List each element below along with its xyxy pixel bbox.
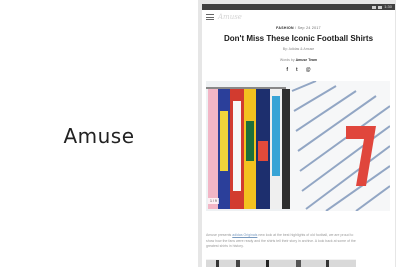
second-image-graphic: [206, 260, 356, 267]
article-date: / Sep 24 2017: [295, 26, 321, 30]
second-image[interactable]: [206, 259, 356, 267]
hero-image[interactable]: 1 / 9: [206, 81, 390, 211]
splash-panel: Amuse: [0, 0, 198, 267]
battery-icon: [378, 5, 383, 9]
article-category[interactable]: FASHION: [276, 26, 294, 30]
image-caption: 1 / 9: [208, 198, 219, 204]
app-title: Amuse: [63, 123, 135, 148]
header-logo[interactable]: Amuse: [218, 13, 242, 21]
author-prefix: Words by: [279, 58, 295, 62]
author-name[interactable]: Amuse Team: [296, 58, 318, 62]
signal-icon: [372, 5, 377, 9]
twitter-icon[interactable]: t: [296, 67, 298, 73]
body-text-line2: the fans were ready and the shirts tell …: [222, 238, 350, 243]
football-shirts-illustration: [206, 81, 390, 211]
share-row: f t @: [202, 67, 395, 73]
body-text-start: Amuse presents: [206, 233, 233, 237]
hamburger-menu-icon[interactable]: [206, 14, 214, 20]
phone-screen: 1:30 Amuse FASHION / Sep 24 2017 Don't M…: [202, 4, 395, 267]
article-body: Amuse presents adidas Originals new look…: [206, 233, 356, 250]
facebook-icon[interactable]: f: [286, 67, 288, 73]
article-byline: By: Adidas & Amuse: [282, 47, 315, 51]
article-meta: FASHION / Sep 24 2017: [202, 26, 395, 30]
app-header: Amuse: [202, 10, 395, 24]
article-author: Words by Amuse Team: [202, 58, 395, 62]
article-title: Don't Miss These Iconic Football Shirts: [223, 34, 374, 43]
email-icon[interactable]: @: [306, 67, 311, 73]
body-link[interactable]: adidas Originals: [232, 233, 257, 237]
